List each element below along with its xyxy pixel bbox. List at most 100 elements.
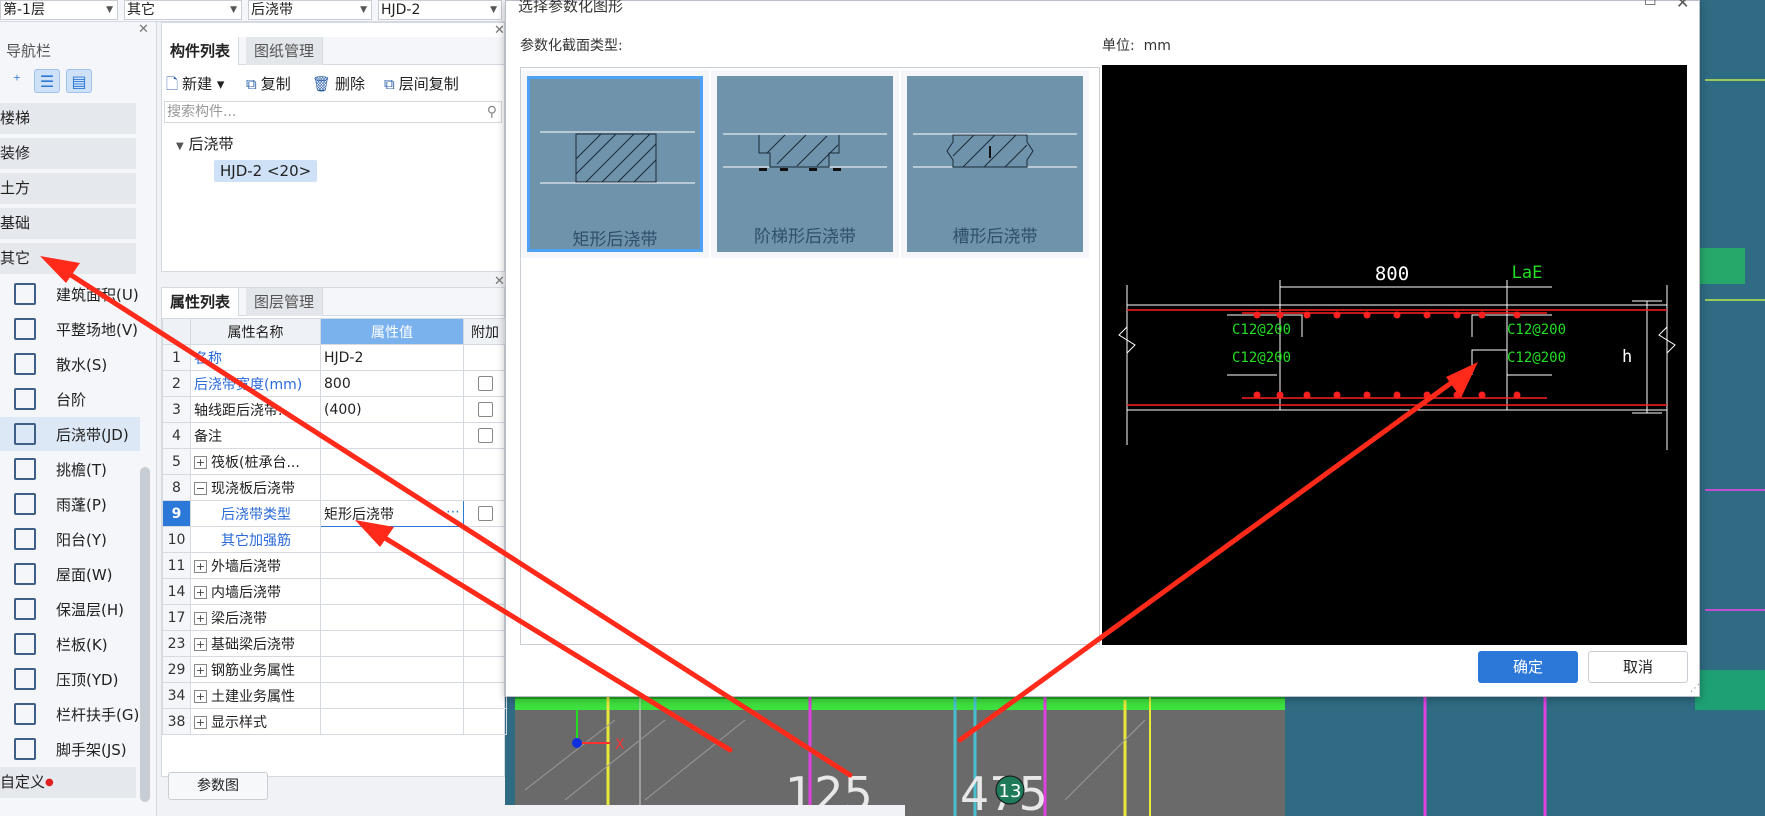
shape-option-stepped[interactable]: 阶梯形后浇带 [711,70,899,258]
table-row[interactable]: 1 名称 HJD-2 [162,344,507,371]
header-extra: 附加 [463,318,507,345]
table-row[interactable]: 4 备注 [162,422,507,449]
shape-type-field[interactable]: 矩形后浇带 ⋯ [320,500,464,527]
shape-label-grooved: 槽形后浇带 [952,227,1038,247]
nav-item-insulation[interactable]: 保温层(H) [0,592,140,626]
table-row[interactable]: 11 + 外墙后浇带 [162,552,507,579]
copy-button[interactable]: ⧉ 复制 [246,73,291,94]
floor-select[interactable]: 第-1层 ▼ [0,0,118,20]
expand-icon[interactable]: + [194,560,207,573]
nav-item-railing[interactable]: 栏杆扶手(G) [0,697,140,731]
parameter-diagram-button[interactable]: 参数图 [168,772,268,800]
nav-scrollbar[interactable] [140,467,150,802]
tab-component-list[interactable]: 构件列表 [162,37,240,65]
component-search-input[interactable]: 搜索构件... ⚲ [164,101,502,123]
nav-item-apron[interactable]: 散水(S) [0,347,140,381]
table-row[interactable]: 10 其它加强筋 [162,526,507,553]
ellipsis-icon[interactable]: ⋯ [446,504,460,520]
canvas-status-toolbar [505,805,905,816]
nav-toolbar: ⁺ ☰ ▤ [4,67,154,95]
table-row[interactable]: 5 + 筏板(桩承台... [162,448,507,475]
checkbox[interactable] [477,376,493,391]
nav-item-scaffold[interactable]: 脚手架(JS) [0,732,140,766]
nav-item-roof[interactable]: 屋面(W) [0,557,140,591]
close-icon[interactable]: ✕ [494,23,505,38]
table-row[interactable]: 23 + 基础梁后浇带 [162,630,507,657]
apron-icon [14,353,36,375]
cancel-button[interactable]: 取消 [1588,651,1688,683]
shape-preview: 800 LaE C12@200 C12@200 C12@200 C12@200 … [1102,65,1687,645]
table-row[interactable]: 17 + 梁后浇带 [162,604,507,631]
delete-button[interactable]: 🗑 删除 [312,73,365,94]
add-icon[interactable]: ⁺ [4,69,30,93]
close-icon[interactable]: ✕ [1676,0,1689,12]
expand-icon[interactable]: + [194,638,207,651]
checkbox[interactable] [477,402,493,417]
tree-root[interactable]: ▼ 后浇带 [176,133,234,154]
nav-item-coping[interactable]: 压顶(YD) [0,662,140,696]
checkbox[interactable] [477,506,493,521]
expand-icon[interactable]: + [194,690,207,703]
expand-icon[interactable]: + [194,664,207,677]
nav-category-decoration[interactable]: 装修 [0,138,136,169]
category-select[interactable]: 其它 ▼ [124,0,242,20]
post-pour-strip-icon [14,423,36,445]
list-view-icon[interactable]: ☰ [34,69,60,93]
expand-icon[interactable]: + [194,716,207,729]
preview-rebar-label: C12@200 [1232,350,1291,366]
expand-icon[interactable]: + [194,586,207,599]
nav-item-steps[interactable]: 台阶 [0,382,140,416]
table-row[interactable]: 8− 现浇板后浇带 [162,474,507,501]
nav-item-balcony[interactable]: 阳台(Y) [0,522,140,556]
chevron-down-icon: ▼ [360,5,367,15]
tree-item-hjd2[interactable]: HJD-2 <20> [214,160,318,182]
resize-grip-icon[interactable]: ⋰ [1690,683,1700,694]
table-row[interactable]: 34 + 土建业务属性 [162,682,507,709]
new-file-icon: 🗋 [166,75,179,93]
shape-option-grooved[interactable]: 槽形后浇带 [901,70,1089,258]
floor-copy-icon: ⧉ [384,75,395,93]
close-icon[interactable]: ✕ [138,22,149,37]
expand-icon[interactable]: + [194,612,207,625]
new-button[interactable]: 🗋 新建 ▾ [166,73,224,99]
canopy-icon [14,493,36,515]
type-select[interactable]: 后浇带 ▼ [248,0,372,20]
collapse-icon[interactable]: − [194,482,207,495]
nav-item-parapet[interactable]: 栏板(K) [0,627,140,661]
nav-category-other[interactable]: 其它 [0,243,136,274]
header-value: 属性值 [320,318,464,345]
nav-category-stairs[interactable]: 楼梯 [0,103,136,134]
expand-icon[interactable]: + [194,456,207,469]
table-row[interactable]: 29 + 钢筋业务属性 [162,656,507,683]
property-panel: ✕ 属性列表 图层管理 属性名称 属性值 附加 1 名称 HJD-2 2 后浇带宽度(… [161,274,507,777]
checkbox[interactable] [477,428,493,443]
close-icon[interactable]: ✕ [494,274,505,289]
shape-option-rectangular[interactable]: 矩形后浇带 [521,70,709,258]
nav-item-site-level[interactable]: 平整场地(V) [0,312,140,346]
preview-width-label: 800 [1375,263,1409,285]
detail-view-icon[interactable]: ▤ [66,69,92,93]
nav-item-post-pour-strip[interactable]: 后浇带(JD) [0,417,140,451]
maximize-icon[interactable]: ☐ [1644,0,1657,9]
table-row[interactable]: 2 后浇带宽度(mm) 800 [162,370,507,397]
nav-item-cornice[interactable]: 挑檐(T) [0,452,140,486]
tab-property-list[interactable]: 属性列表 [162,288,240,316]
floor-copy-button[interactable]: ⧉ 层间复制 [384,73,459,94]
nav-category-earthwork[interactable]: 土方 [0,173,136,204]
nav-item-canopy[interactable]: 雨蓬(P) [0,487,140,521]
table-row-selected[interactable]: 9 后浇带类型 矩形后浇带 ⋯ [162,500,507,527]
nav-category-custom[interactable]: 自定义● [0,767,136,798]
ok-button[interactable]: 确定 [1478,651,1578,683]
nav-category-foundation[interactable]: 基础 [0,208,136,239]
table-row[interactable]: 14 + 内墙后浇带 [162,578,507,605]
property-table: 属性名称 属性值 附加 1 名称 HJD-2 2 后浇带宽度(mm) 800 3 轴线距后… [162,318,507,735]
header-name: 属性名称 [190,318,321,345]
unit-label: 单位: mm [1102,38,1171,54]
nav-item-area[interactable]: 建筑面积(U) [0,277,140,311]
copy-icon: ⧉ [246,75,257,93]
component-select[interactable]: HJD-2 ▼ [378,0,502,20]
tab-drawing-management[interactable]: 图纸管理 [246,37,324,65]
tab-layer-management[interactable]: 图层管理 [246,288,324,316]
table-row[interactable]: 3 轴线距后浇带... (400) [162,396,507,423]
table-row[interactable]: 38 + 显示样式 [162,708,507,735]
